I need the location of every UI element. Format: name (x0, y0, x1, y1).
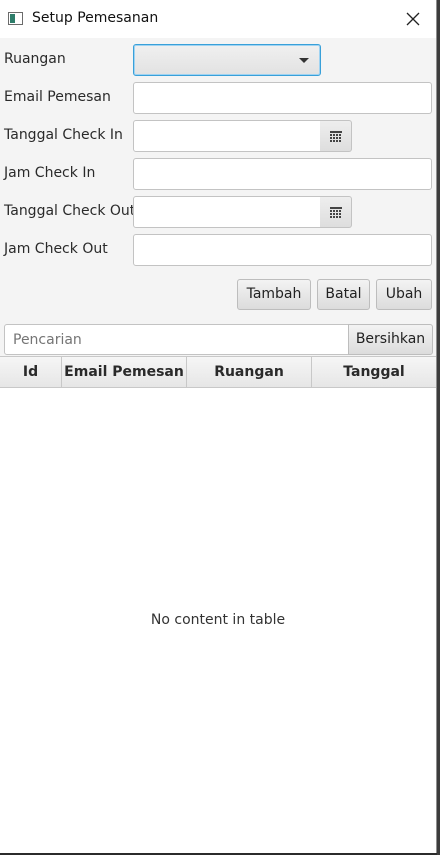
table-header: Id Email Pemesan Ruangan Tanggal (0, 357, 436, 388)
calendar-icon (330, 131, 342, 142)
jam-check-in-input[interactable] (133, 158, 432, 190)
app-window-icon (8, 12, 23, 25)
close-button[interactable] (390, 0, 436, 38)
chevron-down-icon (299, 58, 309, 63)
tanggal-check-out-input[interactable] (133, 196, 321, 228)
jam-check-in-label: Jam Check In (4, 165, 96, 181)
batal-button[interactable]: Batal (317, 279, 370, 310)
tanggal-check-in-input[interactable] (133, 120, 321, 152)
close-icon (406, 12, 420, 26)
search-input[interactable] (4, 324, 349, 355)
title-bar: Setup Pemesanan (0, 0, 436, 38)
calendar-icon (330, 207, 342, 218)
tanggal-check-in-label: Tanggal Check In (4, 127, 123, 143)
tanggal-check-out-picker-button[interactable] (320, 196, 352, 228)
jam-check-out-label: Jam Check Out (4, 241, 108, 257)
column-header-email-pemesan[interactable]: Email Pemesan (62, 357, 187, 387)
pemesanan-table[interactable]: Id Email Pemesan Ruangan Tanggal No cont… (0, 356, 436, 853)
jam-check-out-input[interactable] (133, 234, 432, 266)
ubah-button[interactable]: Ubah (376, 279, 432, 310)
column-header-tanggal[interactable]: Tanggal (312, 357, 436, 387)
tanggal-check-in-picker-button[interactable] (320, 120, 352, 152)
empty-table-placeholder: No content in table (150, 612, 286, 628)
setup-pemesanan-window: Setup Pemesanan Ruangan Email Pemesan Ta… (0, 0, 437, 853)
bersihkan-button[interactable]: Bersihkan (348, 324, 433, 355)
column-header-id[interactable]: Id (0, 357, 62, 387)
column-header-ruangan[interactable]: Ruangan (187, 357, 312, 387)
tambah-button[interactable]: Tambah (237, 279, 311, 310)
tanggal-check-out-label: Tanggal Check Out (4, 203, 136, 219)
email-pemesan-input[interactable] (133, 82, 432, 114)
window-title: Setup Pemesanan (32, 10, 159, 26)
email-pemesan-label: Email Pemesan (4, 89, 111, 105)
ruangan-combobox[interactable] (133, 44, 321, 76)
ruangan-label: Ruangan (4, 51, 66, 67)
